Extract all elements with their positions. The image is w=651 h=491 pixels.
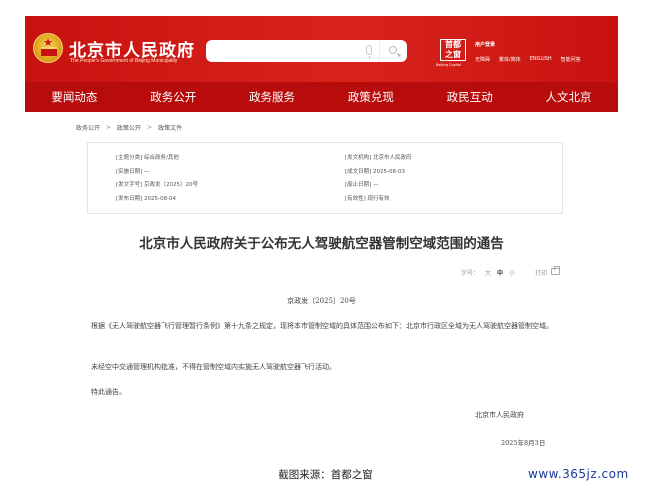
breadcrumb-separator: > — [106, 124, 112, 131]
nav-item-gov-services[interactable]: 政务服务 — [249, 89, 295, 105]
smart-qa-link[interactable]: 智能问答 — [561, 56, 581, 63]
nav-item-interaction[interactable]: 政民互动 — [447, 89, 493, 105]
watermark: www.365jz.com — [528, 467, 629, 481]
user-login-link[interactable]: 用户登录 — [475, 41, 495, 48]
capital-window-logo[interactable]: 首都 之窗 — [440, 39, 466, 61]
document-title: 北京市人民政府关于公布无人驾驶航空器管制空域范围的通告 — [139, 236, 504, 252]
accessibility-link[interactable]: 无障碍 — [475, 56, 490, 63]
body-paragraph: 根据《无人驾驶航空器飞行管理暂行条例》第十九条之规定，现将本市管制空域的具体范围… — [91, 322, 553, 330]
body-paragraph: 未经空中交通管理机构批准，不得在管制空域内实施无人驾驶航空器飞行活动。 — [91, 363, 336, 371]
font-size-small[interactable]: 小 — [509, 268, 515, 277]
breadcrumb-separator: > — [147, 124, 153, 131]
microphone-icon[interactable] — [366, 45, 372, 59]
document-number: 京政发〔2025〕20号 — [287, 297, 356, 305]
meta-repeal-date: [废止日期] — — [345, 182, 379, 188]
meta-subject: [主题分类] 综合政务/其他 — [116, 155, 179, 161]
meta-validity: [有效性] 现行有效 — [345, 195, 390, 202]
document-tools: 字号： 大 中 小 打印 — [461, 266, 560, 277]
meta-doc-number: [发文字号] 京政发〔2025〕20号 — [116, 182, 199, 188]
signature: 北京市人民政府 — [475, 411, 524, 419]
font-size-label: 字号： — [461, 270, 480, 277]
national-emblem-icon: ★ — [33, 33, 63, 63]
printer-icon — [551, 266, 560, 275]
breadcrumb-item[interactable]: 政策公开 — [117, 123, 141, 132]
breadcrumb-item[interactable]: 政策文件 — [158, 123, 182, 132]
nav-item-news[interactable]: 要闻动态 — [51, 89, 97, 105]
nav-item-culture[interactable]: 人文北京 — [546, 89, 592, 105]
main-nav: 要闻动态 政务公开 政务服务 政策兑现 政民互动 人文北京 — [25, 82, 618, 112]
print-button[interactable]: 打印 — [535, 266, 560, 277]
meta-effective-date: [实施日期] — — [116, 168, 150, 175]
search-box[interactable] — [206, 40, 407, 62]
breadcrumb: 政务公开 > 政策公开 > 政策文件 — [76, 123, 182, 132]
meta-publish-date: [发布日期] 2025-08-04 — [116, 195, 177, 202]
capital-logo-line1: 首都 — [445, 40, 461, 49]
breadcrumb-item[interactable]: 政务公开 — [76, 123, 100, 132]
top-links: 无障碍 繁体/简体 ENGLISH 智能问答 — [475, 56, 581, 63]
font-size-large[interactable]: 大 — [485, 268, 491, 277]
document-meta-box: [主题分类] 综合政务/其他 [实施日期] — [发文字号] 京政发〔2025〕… — [87, 142, 563, 214]
capital-logo-line2: 之窗 — [445, 50, 461, 59]
body-paragraph: 特此通告。 — [91, 388, 126, 396]
meta-written-date: [成文日期] 2025-08-03 — [345, 168, 406, 175]
meta-issuer: [发文机构] 北京市人民政府 — [345, 155, 412, 161]
print-label: 打印 — [535, 270, 548, 277]
traditional-simplified-link[interactable]: 繁体/简体 — [499, 56, 521, 63]
screenshot-frame: ★ 北京市人民政府 The People's Government of Bei… — [25, 16, 618, 460]
search-input[interactable] — [212, 43, 357, 59]
nav-item-policy[interactable]: 政策兑现 — [348, 89, 394, 105]
site-header: ★ 北京市人民政府 The People's Government of Bei… — [25, 16, 618, 82]
capital-logo-caption: Beijing Capital — [436, 63, 462, 67]
site-subtitle: The People's Government of Beijing Munic… — [70, 58, 178, 64]
search-icon — [389, 46, 397, 54]
meta-right-column: [发文机构] 北京市人民政府 [成文日期] 2025-08-03 [废止日期] … — [345, 152, 412, 206]
document-date: 2025年8月3日 — [501, 439, 546, 447]
font-size-medium[interactable]: 中 — [497, 268, 503, 277]
meta-left-column: [主题分类] 综合政务/其他 [实施日期] — [发文字号] 京政发〔2025〕… — [116, 152, 198, 206]
nav-item-gov-affairs[interactable]: 政务公开 — [150, 89, 196, 105]
search-button[interactable] — [379, 40, 407, 62]
english-link[interactable]: ENGLISH — [530, 56, 552, 63]
